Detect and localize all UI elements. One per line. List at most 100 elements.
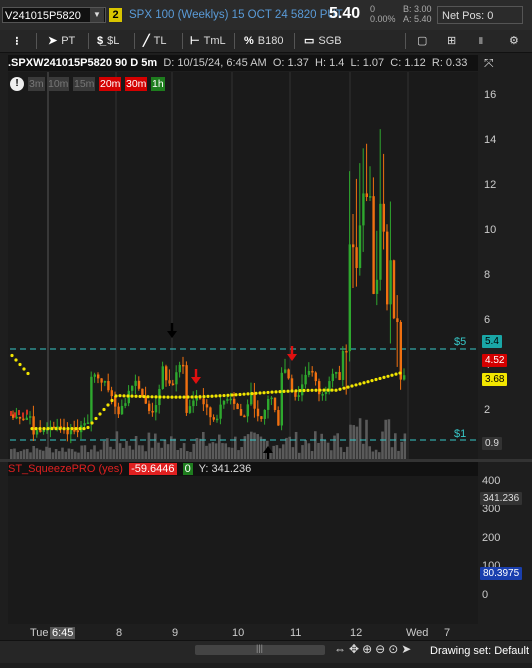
volume-bar	[202, 431, 205, 459]
candle-body	[304, 374, 307, 385]
pan-arrows-icon[interactable]: ⇔	[334, 642, 349, 656]
moving-average-dot	[290, 389, 294, 393]
level-label-1: $1	[454, 428, 467, 440]
candle-body	[260, 416, 263, 419]
timeframe-button-15m[interactable]: 15m	[73, 77, 96, 91]
scroll-grip-icon[interactable]: |||	[256, 643, 263, 653]
volume-bar	[253, 432, 256, 459]
volume-bar	[16, 452, 19, 459]
timeframe-button-3m[interactable]: 3m	[28, 77, 45, 91]
zoom-in-icon[interactable]: ⊕	[362, 642, 375, 656]
time-axis-label: 8	[116, 627, 123, 639]
volume-bar	[118, 443, 122, 459]
moving-average-dot	[162, 395, 166, 399]
move-icon[interactable]: ✥	[349, 642, 362, 656]
candle-body	[66, 430, 69, 435]
candle-body	[134, 380, 137, 386]
candle-body	[253, 392, 256, 409]
time-axis-label: 10	[232, 627, 245, 639]
moving-average-dot	[42, 427, 46, 431]
candle-body	[233, 398, 236, 404]
candle-body	[209, 407, 212, 418]
volume-bar	[150, 447, 154, 459]
moving-average-dot	[230, 393, 234, 397]
candle-body	[273, 397, 277, 411]
zoom-out-icon[interactable]: ⊖	[375, 642, 388, 656]
candle-body	[375, 279, 379, 294]
moving-average-dot	[98, 412, 102, 416]
volume-bar	[221, 443, 224, 459]
moving-average-dot	[62, 427, 66, 431]
volume-bar	[195, 438, 199, 459]
volume-bar	[86, 452, 90, 459]
moving-average-dot	[118, 394, 122, 398]
volume-bar	[362, 443, 365, 459]
volume-bar	[237, 450, 240, 459]
moving-average-dot	[338, 387, 342, 391]
volume-bar	[211, 442, 215, 459]
price-axis-tick: 6	[484, 313, 491, 326]
candle-body	[243, 415, 246, 418]
candle-body	[154, 405, 158, 413]
volume-bar	[384, 419, 387, 459]
volume-bar	[10, 449, 13, 459]
moving-average-dot	[238, 392, 242, 397]
timeframe-button-30m[interactable]: 30m	[125, 77, 148, 91]
moving-average-dot	[286, 389, 290, 393]
volume-bar	[90, 449, 93, 459]
volume-bar	[294, 431, 298, 459]
volume-bar	[179, 448, 183, 459]
time-axis-label: Wed	[406, 627, 429, 639]
candle-body	[76, 430, 79, 433]
moving-average-dot	[34, 427, 38, 431]
moving-average-dot	[386, 374, 390, 378]
moving-average-dot	[398, 371, 402, 375]
moving-average-dot	[50, 427, 54, 431]
volume-bar	[336, 433, 339, 459]
zoom-fit-icon[interactable]: ⊙	[388, 642, 401, 656]
moving-average-dot	[302, 388, 306, 393]
candle-body	[348, 244, 351, 352]
volume-bar	[208, 443, 211, 459]
moving-average-dot	[382, 375, 386, 379]
volume-bar	[192, 443, 195, 459]
timeframe-button-10m[interactable]: 10m	[47, 77, 70, 91]
pointer-icon[interactable]: ➤	[401, 642, 414, 656]
candle-body	[318, 381, 321, 395]
volume-bar	[240, 447, 243, 459]
candle-body	[365, 193, 368, 197]
candle-body	[324, 391, 328, 395]
candle-body	[382, 203, 385, 232]
alert-icon[interactable]: !	[10, 77, 24, 91]
candle-body	[171, 383, 175, 386]
candle-body	[216, 418, 219, 421]
volume-bar	[125, 440, 128, 459]
volume-bar	[291, 447, 295, 459]
moving-average-dot	[222, 393, 226, 398]
indicator-pane[interactable]	[8, 476, 478, 624]
price-axis-tick: 16	[484, 88, 497, 101]
candle-body	[226, 399, 229, 401]
price-axis-tick: 2	[484, 403, 491, 416]
volume-bar	[93, 445, 96, 459]
premarket-candle	[14, 412, 16, 418]
candle-body	[69, 430, 73, 435]
moving-average-dot	[350, 384, 354, 388]
moving-average-dot	[150, 395, 154, 399]
volume-bar	[51, 452, 55, 459]
moving-average-dot	[314, 388, 318, 392]
moving-average-dot	[106, 403, 110, 407]
y-readout-tag: 341.236	[480, 492, 523, 506]
candle-body	[205, 404, 209, 408]
timeframe-button-20m[interactable]: 20m	[99, 77, 122, 91]
volume-bar	[32, 445, 35, 459]
moving-average-dot	[146, 395, 150, 399]
volume-bar	[262, 438, 266, 459]
volume-bar	[282, 444, 285, 459]
moving-average-dot	[390, 373, 394, 377]
candle-body	[284, 369, 287, 373]
timeframe-button-1h[interactable]: 1h	[151, 77, 165, 91]
candle-body	[25, 417, 28, 421]
candle-body	[229, 398, 232, 401]
drawing-set-label[interactable]: Drawing set: Default	[430, 645, 529, 657]
